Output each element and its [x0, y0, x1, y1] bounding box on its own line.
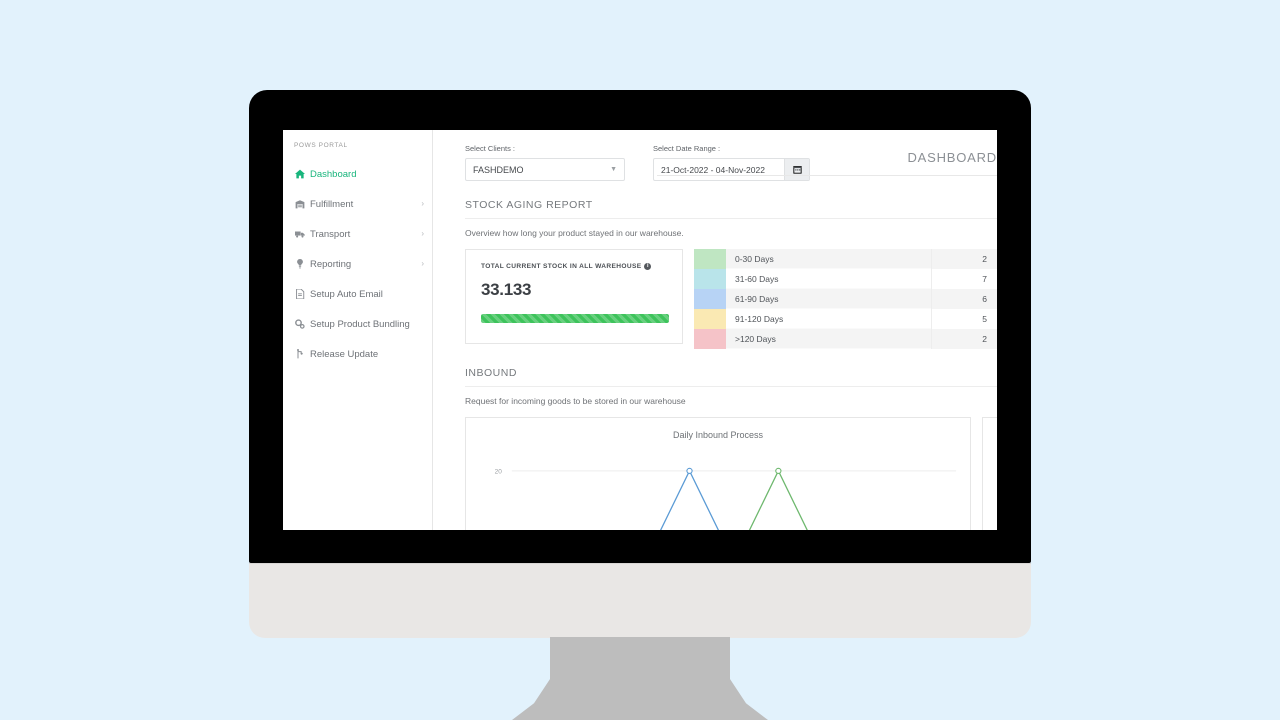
- aging-bucket-label: 61-90 Days: [726, 289, 931, 309]
- total-stock-label: TOTAL CURRENT STOCK IN ALL WAREHOUSE i: [481, 263, 669, 270]
- aging-bucket-value: 2: [931, 329, 997, 349]
- stock-aging-section: STOCK AGING REPORT Overview how long you…: [433, 199, 997, 349]
- document-icon: [294, 288, 306, 300]
- secondary-chart-card: [982, 417, 997, 530]
- chart-data-point[interactable]: [776, 468, 781, 473]
- chevron-right-icon: ›: [421, 200, 424, 208]
- sidebar-item-label: Fulfillment: [310, 199, 353, 210]
- sidebar-item-label: Setup Auto Email: [310, 289, 383, 300]
- aging-bucket-label: 31-60 Days: [726, 269, 931, 289]
- total-stock-card: TOTAL CURRENT STOCK IN ALL WAREHOUSE i 3…: [465, 249, 683, 344]
- total-stock-label-text: TOTAL CURRENT STOCK IN ALL WAREHOUSE: [481, 263, 641, 270]
- stock-aging-title: STOCK AGING REPORT: [465, 199, 997, 211]
- sidebar-item-dashboard[interactable]: Dashboard: [283, 159, 432, 189]
- stock-aging-divider: [465, 218, 997, 219]
- sidebar-item-label: Transport: [310, 229, 350, 240]
- inbound-section: INBOUND Request for incoming goods to be…: [433, 367, 997, 530]
- aging-buckets-table: 0-30 Days231-60 Days761-90 Days691-120 D…: [694, 249, 997, 349]
- monitor-chin: [249, 563, 1031, 638]
- chart-plot: 20: [466, 448, 970, 530]
- aging-bucket-row: >120 Days2: [694, 329, 997, 349]
- sidebar-item-release-update[interactable]: Release Update: [283, 339, 432, 369]
- inbound-title: INBOUND: [465, 367, 997, 379]
- clients-selected-value: FASHDEMO: [473, 165, 524, 175]
- chart-data-point[interactable]: [687, 468, 692, 473]
- aging-bucket-row: 61-90 Days6: [694, 289, 997, 309]
- aging-bucket-row: 31-60 Days7: [694, 269, 997, 289]
- sidebar-item-label: Dashboard: [310, 169, 356, 180]
- main-content: DASHBOARD Select Clients : FASHDEMO ▼: [433, 130, 997, 530]
- inbound-charts-row: Daily Inbound Process 20: [465, 417, 997, 530]
- sidebar-item-label: Release Update: [310, 349, 378, 360]
- monitor-screen: POWS PORTAL Dashboard Fulfillment ›: [283, 130, 997, 530]
- sidebar-item-setup-product-bundling[interactable]: Setup Product Bundling: [283, 309, 432, 339]
- total-stock-value: 33.133: [481, 280, 669, 300]
- aging-bucket-value: 7: [931, 269, 997, 289]
- sidebar-item-transport[interactable]: Transport ›: [283, 219, 432, 249]
- aging-bucket-row: 91-120 Days5: [694, 309, 997, 329]
- sidebar: POWS PORTAL Dashboard Fulfillment ›: [283, 130, 433, 530]
- page-title-area: DASHBOARD: [657, 150, 997, 176]
- monitor-mockup: POWS PORTAL Dashboard Fulfillment ›: [0, 0, 1280, 720]
- truck-icon: [294, 228, 306, 240]
- sidebar-item-label: Setup Product Bundling: [310, 319, 410, 330]
- chevron-right-icon: ›: [421, 230, 424, 238]
- clients-filter: Select Clients : FASHDEMO ▼: [465, 144, 625, 181]
- aging-bucket-value: 2: [931, 249, 997, 269]
- clients-select[interactable]: FASHDEMO ▼: [465, 158, 625, 181]
- total-stock-progress: [481, 314, 669, 323]
- aging-color-swatch: [694, 269, 726, 289]
- inbound-divider: [465, 386, 997, 387]
- sidebar-item-reporting[interactable]: Reporting ›: [283, 249, 432, 279]
- chart-series-line: [512, 471, 956, 530]
- daily-inbound-chart-card: Daily Inbound Process 20: [465, 417, 971, 530]
- aging-bucket-row: 0-30 Days2: [694, 249, 997, 269]
- stock-aging-body: TOTAL CURRENT STOCK IN ALL WAREHOUSE i 3…: [465, 249, 997, 349]
- chevron-right-icon: ›: [421, 260, 424, 268]
- chart-y-tick-label: 20: [495, 468, 503, 475]
- title-divider: [657, 175, 997, 176]
- brand-label: POWS PORTAL: [283, 138, 432, 159]
- aging-bucket-value: 5: [931, 309, 997, 329]
- aging-bucket-label: >120 Days: [726, 329, 931, 349]
- branch-icon: [294, 348, 306, 360]
- warehouse-icon: [294, 198, 306, 210]
- lightbulb-icon: [294, 258, 306, 270]
- info-icon[interactable]: i: [644, 263, 651, 270]
- aging-color-swatch: [694, 329, 726, 349]
- aging-color-swatch: [694, 249, 726, 269]
- gears-icon: [294, 318, 306, 330]
- sidebar-item-fulfillment[interactable]: Fulfillment ›: [283, 189, 432, 219]
- sidebar-item-label: Reporting: [310, 259, 351, 270]
- aging-color-swatch: [694, 309, 726, 329]
- monitor-stand: [550, 637, 730, 720]
- chevron-down-icon: ▼: [610, 166, 617, 173]
- inbound-subtitle: Request for incoming goods to be stored …: [465, 396, 997, 406]
- aging-bucket-label: 0-30 Days: [726, 249, 931, 269]
- sidebar-item-setup-auto-email[interactable]: Setup Auto Email: [283, 279, 432, 309]
- page-title: DASHBOARD: [657, 150, 997, 165]
- aging-color-swatch: [694, 289, 726, 309]
- dashboard-app: POWS PORTAL Dashboard Fulfillment ›: [283, 130, 997, 530]
- aging-bucket-value: 6: [931, 289, 997, 309]
- progress-fill: [481, 314, 669, 323]
- aging-bucket-label: 91-120 Days: [726, 309, 931, 329]
- home-icon: [294, 168, 306, 180]
- chart-series-line: [512, 471, 956, 530]
- stock-aging-subtitle: Overview how long your product stayed in…: [465, 228, 997, 238]
- clients-label: Select Clients :: [465, 144, 625, 153]
- chart-title: Daily Inbound Process: [466, 418, 970, 440]
